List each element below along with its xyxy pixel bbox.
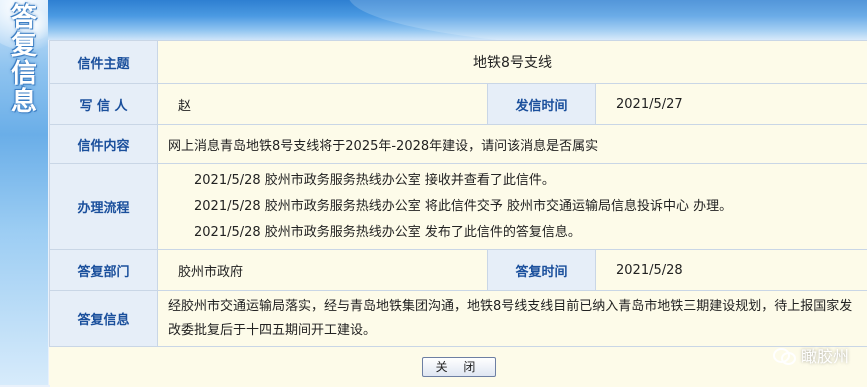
process-cell: 2021/5/28 胶州市政务服务热线办公室 接收并查看了此信件。 2021/5…: [158, 164, 867, 250]
content-label: 信件内容: [50, 125, 158, 164]
content-cell: 网上消息青岛地铁8号支线将于2025年-2028年建设，请问该消息是否属实: [158, 125, 867, 164]
sidebar-title: 答复信息: [6, 4, 42, 116]
sidebar-banner: 答复信息: [0, 0, 48, 385]
dept-value: 胶州市政府: [158, 250, 488, 291]
header-band: [48, 0, 867, 40]
reply-time-value: 2021/5/28: [596, 250, 867, 291]
process-step: 2021/5/28 胶州市政务服务热线办公室 将此信件交予 胶州市交通运输局信息…: [158, 194, 867, 220]
process-row: 办理流程 2021/5/28 胶州市政务服务热线办公室 接收并查看了此信件。 2…: [50, 164, 867, 250]
reply-label: 答复信息: [50, 291, 158, 347]
reply-cell: 经胶州市交通运输局落实，经与青岛地铁集团沟通，地铁8号线支线目前已纳入青岛市地铁…: [158, 291, 867, 347]
process-step: 2021/5/28 胶州市政务服务热线办公室 发布了此信件的答复信息。: [158, 220, 867, 246]
subject-row: 信件主题 地铁8号支线: [50, 41, 867, 84]
watermark: 瞰胶州: [773, 343, 849, 367]
send-time-value: 2021/5/27: [596, 84, 867, 125]
reply-panel: 信件主题 地铁8号支线 写 信 人 赵 发信时间 2021/5/27 信件内容 …: [49, 40, 867, 385]
reply-time-label: 答复时间: [488, 250, 596, 291]
writer-row: 写 信 人 赵 发信时间 2021/5/27: [50, 84, 867, 125]
watermark-text: 瞰胶州: [801, 343, 849, 367]
button-row: 关 闭: [50, 347, 867, 387]
dept-label: 答复部门: [50, 250, 158, 291]
process-label: 办理流程: [50, 164, 158, 250]
letter-table: 信件主题 地铁8号支线 写 信 人 赵 发信时间 2021/5/27 信件内容 …: [49, 40, 867, 387]
process-step: 2021/5/28 胶州市政务服务热线办公室 接收并查看了此信件。: [158, 168, 867, 194]
subject-value: 地铁8号支线: [158, 41, 867, 84]
send-time-label: 发信时间: [488, 84, 596, 125]
writer-value: 赵: [158, 84, 488, 125]
wechat-icon: [773, 346, 795, 364]
content-row: 信件内容 网上消息青岛地铁8号支线将于2025年-2028年建设，请问该消息是否…: [50, 125, 867, 164]
content-value: 网上消息青岛地铁8号支线将于2025年-2028年建设，请问该消息是否属实: [158, 135, 867, 154]
reply-row: 答复信息 经胶州市交通运输局落实，经与青岛地铁集团沟通，地铁8号线支线目前已纳入…: [50, 291, 867, 347]
reply-value: 经胶州市交通运输局落实，经与青岛地铁集团沟通，地铁8号线支线目前已纳入青岛市地铁…: [158, 295, 867, 343]
subject-label: 信件主题: [50, 41, 158, 84]
button-cell: 关 闭: [50, 347, 867, 387]
dept-row: 答复部门 胶州市政府 答复时间 2021/5/28: [50, 250, 867, 291]
close-button[interactable]: 关 闭: [422, 357, 496, 377]
writer-label: 写 信 人: [50, 84, 158, 125]
